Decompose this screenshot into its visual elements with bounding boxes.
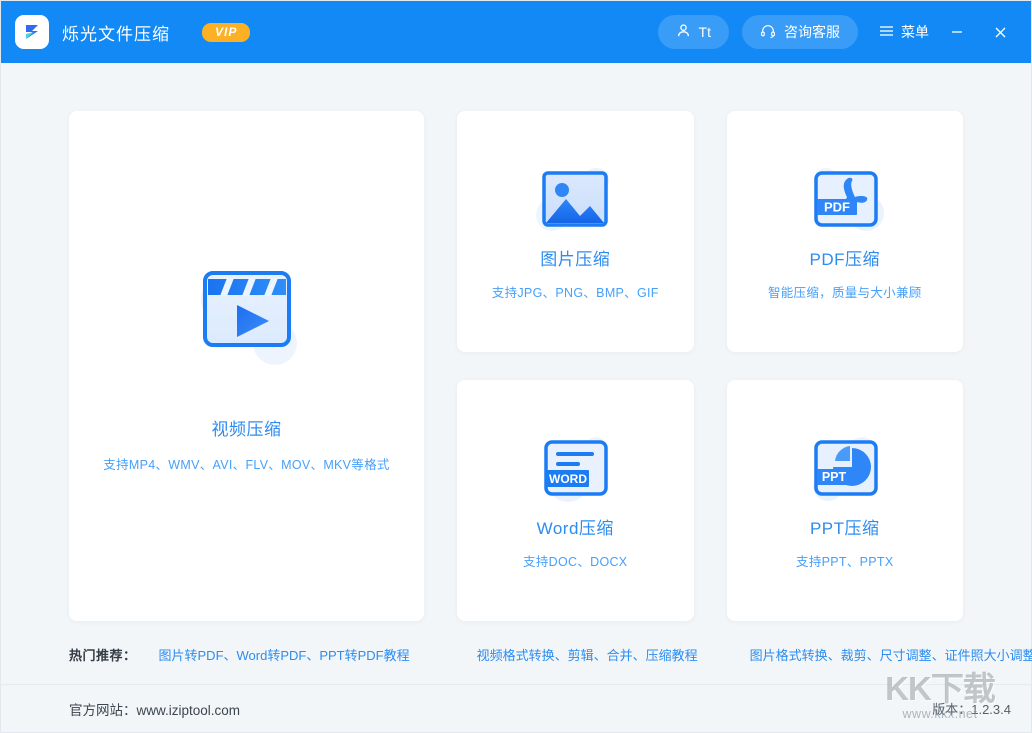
pdf-badge-text: PDF	[824, 199, 850, 214]
tool-row-top: 图片压缩 支持JPG、PNG、BMP、GIF PD	[457, 111, 963, 352]
customer-service-label: 咨询客服	[784, 22, 840, 42]
brand: 烁光文件压缩 VIP	[15, 15, 250, 49]
card-title: PPT压缩	[810, 514, 880, 539]
pdf-file-icon: PDF	[804, 163, 886, 239]
version-label: 版本：1.2.3.4	[932, 699, 1011, 718]
hot-recommendations: 热门推荐： 图片转PDF、Word转PDF、PPT转PDF教程 视频格式转换、剪…	[69, 645, 1031, 664]
close-button[interactable]	[985, 17, 1015, 47]
card-pdf-compress[interactable]: PDF PDF压缩 智能压缩，质量与大小兼顾	[727, 111, 964, 352]
app-logo-icon	[15, 15, 49, 49]
title-bar: 烁光文件压缩 VIP Tt	[1, 1, 1031, 63]
account-button[interactable]: Tt	[658, 15, 729, 49]
minimize-button[interactable]	[942, 17, 972, 47]
official-website[interactable]: 官方网站：www.iziptool.com	[69, 699, 240, 719]
card-subtitle: 支持JPG、PNG、BMP、GIF	[492, 282, 659, 301]
card-video-compress[interactable]: 视频压缩 支持MP4、WMV、AVI、FLV、MOV、MKV等格式	[69, 111, 424, 621]
card-subtitle: 支持MP4、WMV、AVI、FLV、MOV、MKV等格式	[103, 454, 389, 473]
card-subtitle: 支持PPT、PPTX	[796, 551, 893, 570]
tool-grid: 视频压缩 支持MP4、WMV、AVI、FLV、MOV、MKV等格式	[69, 111, 963, 621]
card-subtitle: 智能压缩，质量与大小兼顾	[768, 282, 922, 301]
vip-badge[interactable]: VIP	[202, 23, 250, 42]
image-picture-icon	[534, 163, 616, 239]
tool-grid-right: 图片压缩 支持JPG、PNG、BMP、GIF PD	[457, 111, 963, 621]
video-film-play-icon	[187, 259, 307, 369]
customer-service-button[interactable]: 咨询客服	[742, 15, 858, 49]
card-subtitle: 支持DOC、DOCX	[523, 551, 627, 570]
hot-link-pdf-tutorials[interactable]: 图片转PDF、Word转PDF、PPT转PDF教程	[159, 645, 410, 664]
app-title: 烁光文件压缩	[62, 20, 170, 45]
hamburger-icon	[879, 24, 894, 40]
card-title: PDF压缩	[810, 245, 881, 270]
word-document-icon: WORD	[534, 432, 616, 508]
app-window: 烁光文件压缩 VIP Tt	[0, 0, 1032, 733]
hot-link-image-tutorials[interactable]: 图片格式转换、裁剪、尺寸调整、证件照大小调整	[750, 645, 1032, 664]
main-content: 视频压缩 支持MP4、WMV、AVI、FLV、MOV、MKV等格式	[1, 63, 1031, 684]
user-icon	[676, 23, 691, 41]
hot-link-video-tutorials[interactable]: 视频格式转换、剪辑、合并、压缩教程	[477, 645, 698, 664]
card-title: 图片压缩	[540, 245, 610, 270]
titlebar-actions: Tt 咨询客服 菜	[658, 15, 1015, 49]
word-badge-text: WORD	[549, 472, 587, 486]
card-image-compress[interactable]: 图片压缩 支持JPG、PNG、BMP、GIF	[457, 111, 694, 352]
footer-bar: 官方网站：www.iziptool.com 版本：1.2.3.4 KK下载 ww…	[1, 684, 1031, 732]
ppt-badge-text: PPT	[822, 470, 847, 484]
tool-row-bottom: WORD Word压缩 支持DOC、DOCX	[457, 380, 963, 621]
card-title: 视频压缩	[212, 415, 282, 440]
card-title: Word压缩	[537, 514, 614, 539]
headset-icon	[760, 23, 776, 42]
ppt-piechart-icon: PPT	[804, 432, 886, 508]
menu-label: 菜单	[901, 22, 929, 42]
card-word-compress[interactable]: WORD Word压缩 支持DOC、DOCX	[457, 380, 694, 621]
account-label: Tt	[699, 24, 711, 40]
hot-label: 热门推荐：	[69, 645, 137, 664]
card-ppt-compress[interactable]: PPT PPT压缩 支持PPT、PPTX	[727, 380, 964, 621]
menu-button[interactable]: 菜单	[879, 22, 929, 42]
